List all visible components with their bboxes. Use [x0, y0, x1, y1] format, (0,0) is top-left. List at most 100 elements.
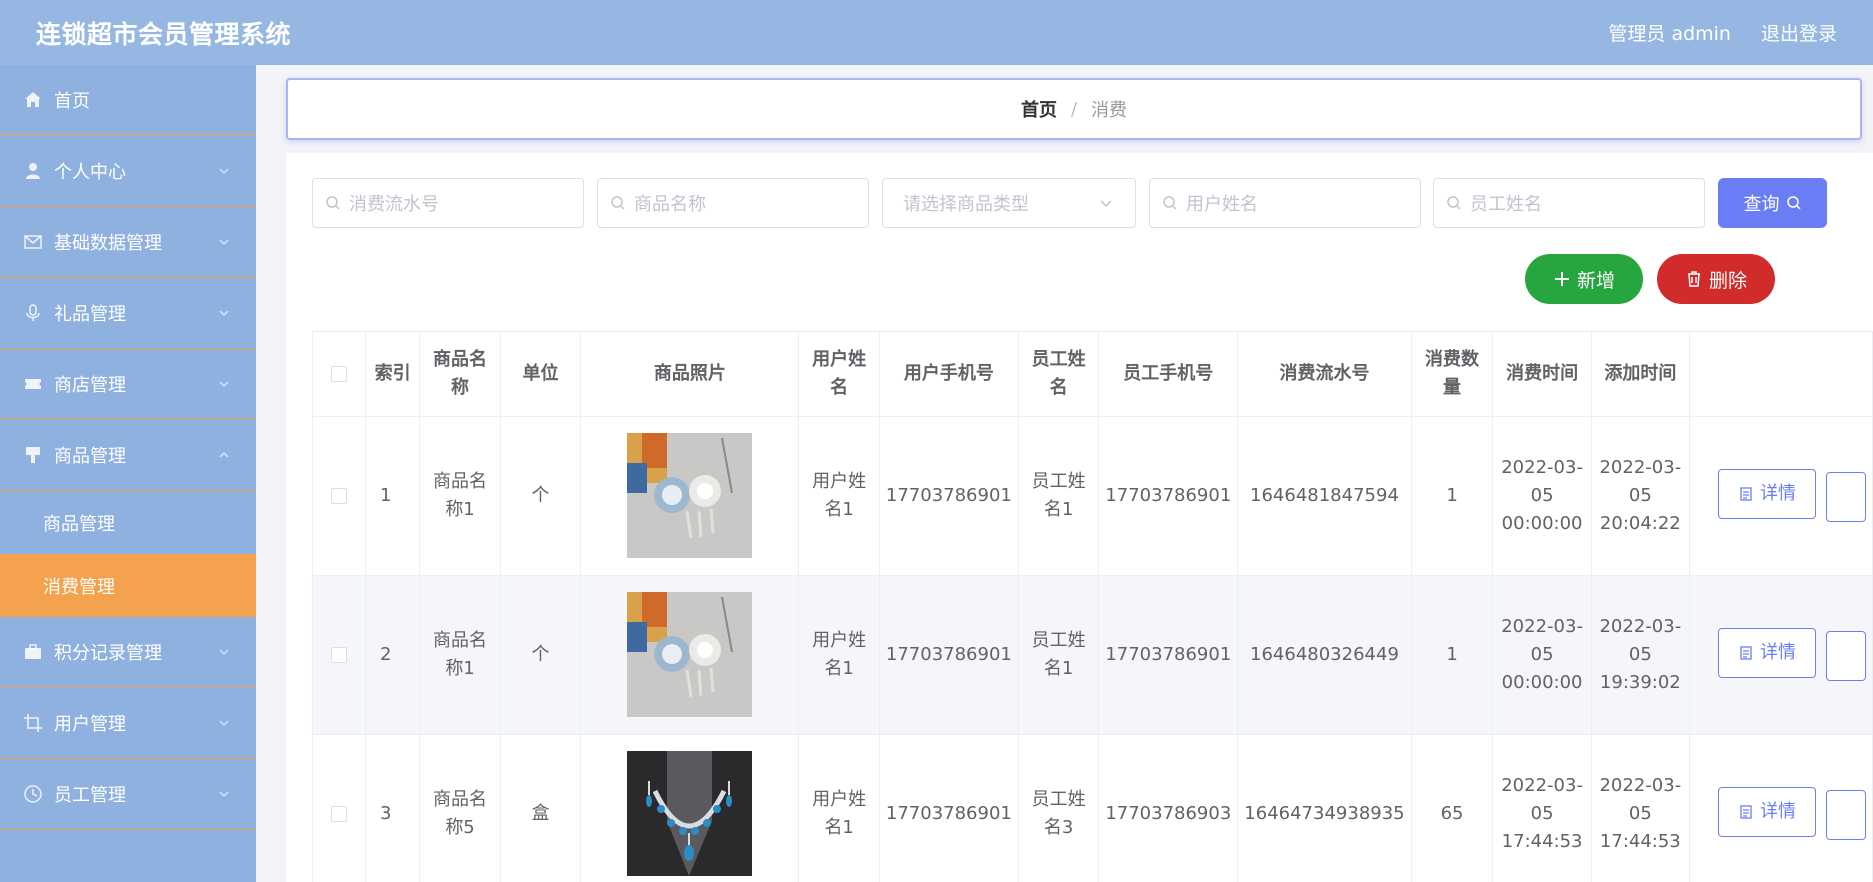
table-row: 2 商品名称1 个 用户姓名1 17703786901 员工姓名1 177037…	[313, 575, 1873, 735]
column-header: 用户姓名	[798, 332, 880, 417]
column-header: 添加时间	[1591, 332, 1690, 417]
quantity-cell: 65	[1411, 734, 1494, 882]
sidebar-item-basic-data[interactable]: 基础数据管理	[0, 207, 256, 278]
photo-cell	[580, 575, 800, 735]
breadcrumb-home[interactable]: 首页	[1021, 96, 1057, 122]
add-button[interactable]: 新增	[1525, 254, 1643, 304]
sidebar-item-staff[interactable]: 员工管理	[0, 759, 256, 830]
photo-cell	[580, 416, 800, 576]
index-cell: 3	[365, 734, 421, 882]
product-search-input[interactable]: 商品名称	[597, 178, 869, 228]
sidebar-item-points[interactable]: 积分记录管理	[0, 617, 256, 688]
user-phone-cell: 17703786901	[879, 734, 1019, 882]
chevron-down-icon	[218, 307, 230, 319]
column-header: 消费流水号	[1237, 332, 1412, 417]
user-icon	[22, 160, 44, 182]
mail-icon	[22, 231, 44, 253]
column-header: 员工姓名	[1018, 332, 1100, 417]
sidebar-item-users[interactable]: 用户管理	[0, 688, 256, 759]
row-checkbox[interactable]	[331, 805, 347, 822]
detail-button[interactable]: 详情	[1717, 469, 1816, 519]
briefcase-icon	[22, 641, 44, 663]
content-panel: 消费流水号 商品名称 请选择商品类型 用户姓名 员工姓名 查询 新增 删除 索引…	[286, 153, 1873, 882]
product-placeholder: 商品名称	[634, 194, 706, 215]
search-row: 消费流水号 商品名称 请选择商品类型 用户姓名 员工姓名 查询	[312, 178, 1872, 228]
sidebar-item-label: 用户管理	[54, 714, 126, 735]
sidebar-item-profile[interactable]: 个人中心	[0, 136, 256, 207]
breadcrumb: 首页 / 消费	[286, 78, 1862, 140]
sidebar-subitem-product-manage[interactable]: 商品管理	[0, 491, 256, 554]
select-all-cell[interactable]	[313, 332, 366, 417]
type-placeholder: 请选择商品类型	[903, 194, 1029, 215]
more-action-button[interactable]	[1825, 631, 1866, 681]
row-select-cell[interactable]	[313, 416, 366, 576]
search-icon	[611, 196, 625, 210]
add-time-cell: 2022-03-05 17:44:53	[1591, 734, 1690, 882]
detail-button[interactable]: 详情	[1717, 787, 1816, 837]
document-icon	[1740, 646, 1752, 660]
sidebar-item-stores[interactable]: 商店管理	[0, 349, 256, 420]
column-header: 员工手机号	[1098, 332, 1239, 417]
document-icon	[1740, 805, 1752, 819]
search-icon	[1447, 196, 1461, 210]
chevron-up-icon	[218, 449, 230, 461]
unit-cell: 个	[500, 416, 582, 576]
ticket-icon	[22, 373, 44, 395]
row-select-cell[interactable]	[313, 734, 366, 882]
detail-button[interactable]: 详情	[1717, 628, 1816, 678]
logout-link[interactable]: 退出登录	[1761, 19, 1837, 46]
product-type-select[interactable]: 请选择商品类型	[882, 178, 1136, 228]
staff-phone-cell: 17703786903	[1098, 734, 1239, 882]
more-action-button[interactable]	[1825, 472, 1866, 522]
add-time-cell: 2022-03-05 20:04:22	[1591, 416, 1690, 576]
sidebar-item-home[interactable]: 首页	[0, 65, 256, 136]
index-cell: 1	[365, 416, 421, 576]
chevron-down-icon	[218, 788, 230, 800]
plus-icon	[1554, 272, 1569, 286]
delete-label: 删除	[1708, 269, 1747, 292]
staff-name-cell: 员工姓名1	[1018, 416, 1100, 576]
column-header: 用户手机号	[879, 332, 1019, 417]
add-time-cell: 2022-03-05 19:39:02	[1591, 575, 1690, 735]
column-header-actions	[1689, 332, 1873, 417]
user-phone-cell: 17703786901	[879, 416, 1019, 576]
consume-time-cell: 2022-03-05 17:44:53	[1492, 734, 1592, 882]
user-search-input[interactable]: 用户姓名	[1149, 178, 1421, 228]
serial-placeholder: 消费流水号	[349, 194, 439, 215]
staff-name-cell: 员工姓名1	[1018, 575, 1100, 735]
row-select-cell[interactable]	[313, 575, 366, 735]
table-row: 3 商品名称5 盒 用户姓名1 17703786901 员工姓名3 177037…	[313, 734, 1873, 882]
sidebar-item-gifts[interactable]: 礼品管理	[0, 278, 256, 349]
more-action-button[interactable]	[1825, 790, 1866, 840]
user-name-cell: 用户姓名1	[798, 416, 880, 576]
top-bar: 连锁超市会员管理系统 管理员 admin 退出登录	[0, 0, 1873, 65]
staff-search-input[interactable]: 员工姓名	[1433, 178, 1705, 228]
query-button[interactable]: 查询	[1718, 178, 1827, 228]
sidebar-subitem-consumption-manage[interactable]: 消费管理	[0, 554, 256, 617]
row-checkbox[interactable]	[331, 646, 347, 663]
serial-cell: 16464734938935	[1237, 734, 1412, 882]
column-header: 消费数量	[1411, 332, 1494, 417]
add-label: 新增	[1576, 269, 1615, 292]
breadcrumb-separator: /	[1070, 98, 1078, 120]
unit-cell: 盒	[500, 734, 582, 882]
row-checkbox[interactable]	[331, 487, 347, 504]
top-right-area: 管理员 admin 退出登录	[1608, 19, 1837, 46]
detail-label: 详情	[1759, 483, 1796, 504]
sidebar-item-label: 个人中心	[54, 162, 126, 183]
home-icon	[22, 89, 44, 111]
product-photo-necklace	[627, 751, 753, 876]
serial-search-input[interactable]: 消费流水号	[312, 178, 584, 228]
actions-cell: 详情	[1689, 575, 1873, 735]
delete-button[interactable]: 删除	[1657, 254, 1775, 304]
chevron-down-icon	[218, 165, 230, 177]
user-phone-cell: 17703786901	[879, 575, 1019, 735]
chevron-down-icon	[218, 236, 230, 248]
trash-icon	[1687, 271, 1700, 287]
actions-cell: 详情	[1689, 416, 1873, 576]
sidebar-item-products[interactable]: 商品管理	[0, 420, 256, 491]
select-all-checkbox[interactable]	[331, 365, 347, 382]
clock-icon	[22, 783, 44, 805]
detail-label: 详情	[1759, 642, 1796, 663]
breadcrumb-current: 消费	[1091, 100, 1128, 121]
